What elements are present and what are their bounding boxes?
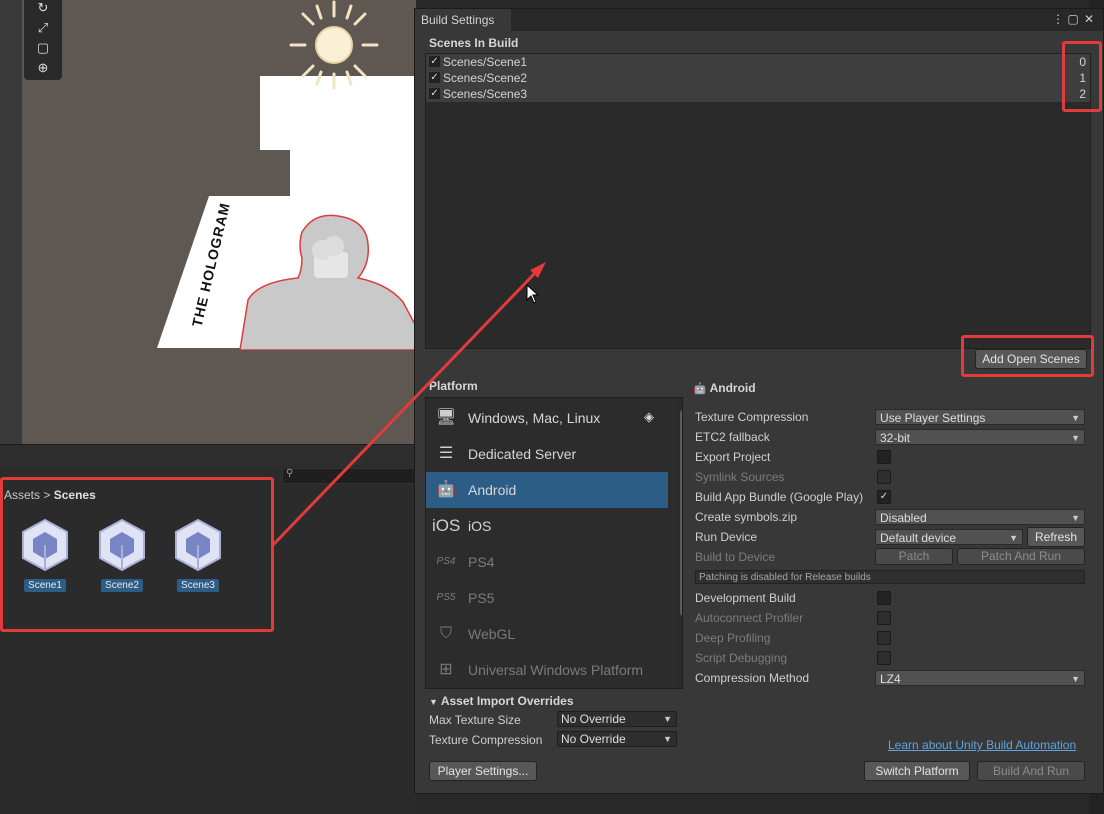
annotation-arrow bbox=[270, 262, 546, 548]
mouse-cursor-icon bbox=[526, 284, 540, 304]
